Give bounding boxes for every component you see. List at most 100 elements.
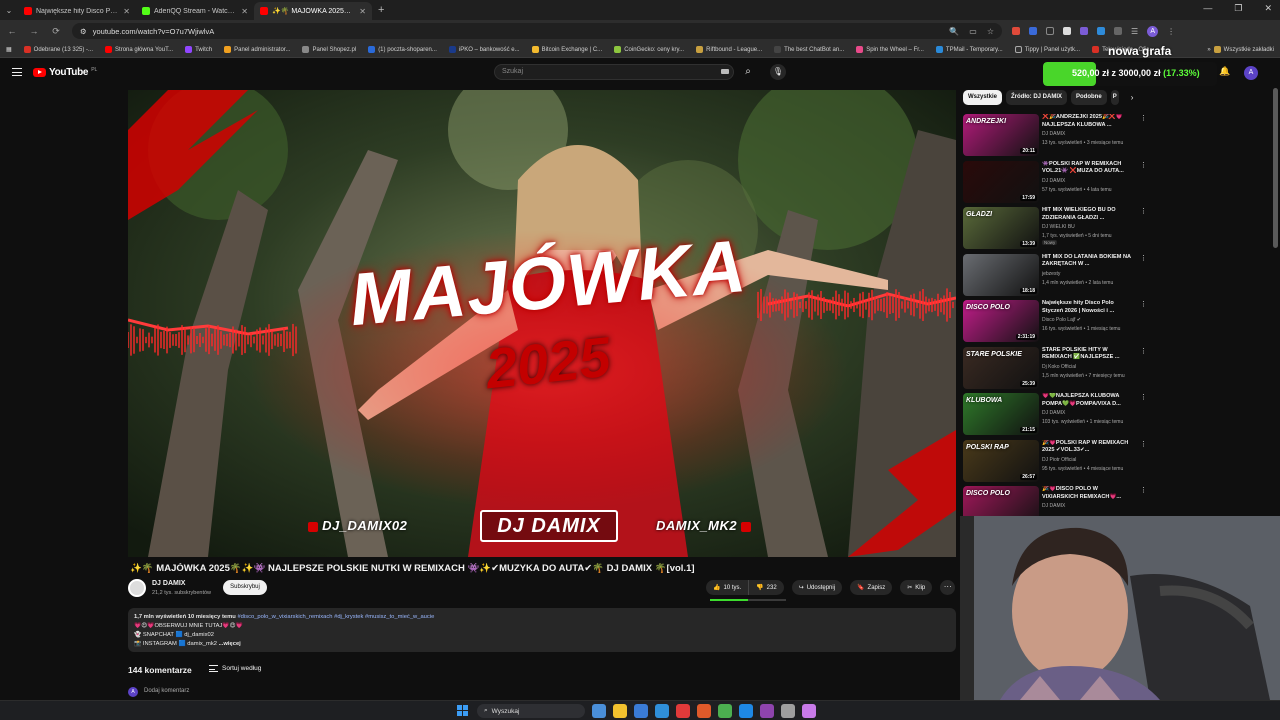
maximize-icon[interactable]: ❐: [1234, 3, 1242, 14]
subscribe-button[interactable]: Subskrybuj: [223, 580, 267, 595]
recommendation-title[interactable]: 🎉💗DISCO POLO W VIXIARSKICH REMIXACH💗...: [1042, 486, 1134, 502]
recommendation-thumbnail[interactable]: 18:18: [963, 253, 1039, 296]
taskbar-search[interactable]: ⌕ Wyszukaj: [477, 704, 585, 718]
taskbar-app-icon[interactable]: [802, 704, 816, 718]
extensions-puzzle-icon[interactable]: [1114, 27, 1122, 35]
extension-icon[interactable]: [1046, 27, 1054, 35]
account-avatar[interactable]: A: [1244, 66, 1258, 80]
close-tab-icon[interactable]: ✕: [123, 7, 130, 16]
taskbar-app-icon[interactable]: [613, 704, 627, 718]
recommendation-channel[interactable]: DJ DAMIX: [1042, 503, 1065, 509]
recommendation-item[interactable]: ANDRZEJKI 20:11 ❌🎉ANDRZEJKI 2025🎉❌💗 NAJLEP…: [963, 112, 1153, 159]
search-button[interactable]: ⌕: [738, 65, 758, 79]
bookmark-item[interactable]: iPKO – bankowość e...: [448, 46, 520, 53]
forward-icon[interactable]: →: [28, 26, 40, 36]
taskbar-app-icon[interactable]: [697, 704, 711, 718]
recommendation-channel[interactable]: DJ DAMIX: [1042, 178, 1065, 184]
keyboard-icon[interactable]: [721, 69, 729, 74]
hashtags[interactable]: #disco_polo_w_vixiarskich_remixach #dj_k…: [237, 614, 434, 620]
recommendation-item[interactable]: KLUBOWA 21:15 💗💚NAJLEPSZA KLUBOWA POMPA💚💗P…: [963, 391, 1153, 438]
extension-icon[interactable]: [1063, 27, 1071, 35]
chip-similar[interactable]: Podobne: [1071, 90, 1107, 105]
bookmark-star-icon[interactable]: ☆: [987, 27, 994, 36]
voice-search-icon[interactable]: 🎙: [770, 64, 786, 80]
bookmark-item[interactable]: Bitcoin Exchange | C...: [531, 46, 602, 53]
search-page-icon[interactable]: 🔍: [949, 27, 959, 36]
recommendation-item[interactable]: POLSKI RAP 26:57 🎉💗POLSKI RAP W REMIXACH 2…: [963, 438, 1153, 485]
bookmark-item[interactable]: Spin the Wheel – Fr...: [856, 46, 924, 53]
taskbar-app-icon[interactable]: [760, 704, 774, 718]
recommendation-item[interactable]: GŁADZI 13:39 HIT MIX WIELKIEGO BU DO ZDZIE…: [963, 205, 1153, 252]
minimize-icon[interactable]: —: [1203, 3, 1212, 14]
new-tab-button[interactable]: +: [378, 4, 384, 16]
channel-name[interactable]: DJ DAMIX: [152, 580, 185, 587]
apps-grid-icon[interactable]: ▦: [6, 46, 12, 53]
more-options-icon[interactable]: ⋮: [1140, 440, 1147, 448]
recommendation-title[interactable]: STARE POLSKIE HITY W REMIXACH ✅NAJLEPSZE…: [1042, 347, 1134, 363]
close-window-icon[interactable]: ✕: [1264, 3, 1272, 14]
recommendation-title[interactable]: 👾POLSKI RAP W REMIXACH VOL.21👾 ❌MUZA DO …: [1042, 161, 1134, 177]
bookmark-item[interactable]: Tippy | Panel użytk...: [1014, 46, 1080, 53]
recommendation-title[interactable]: HIT MIX DO LATANIA BOKIEM NA ZAKRĘTACH W…: [1042, 254, 1134, 270]
chip-from-channel[interactable]: Źródło: DJ DAMIX: [1006, 90, 1068, 105]
more-options-icon[interactable]: ⋮: [1140, 393, 1147, 401]
bookmark-item[interactable]: (1) poczta-shoparen...: [368, 46, 437, 53]
video-player[interactable]: MAJÓWKA 2025 DJ_DAMIX02 DJ DAMIX DAMIX_M…: [128, 90, 956, 557]
site-info-icon[interactable]: ⚙: [80, 27, 87, 36]
taskbar-app-icon[interactable]: [634, 704, 648, 718]
recommendation-channel[interactable]: DJ WIELKI BU: [1042, 224, 1075, 230]
recommendation-item[interactable]: DISCO POLO 2:31:19 Największe hity Disco P…: [963, 298, 1153, 345]
extension-icon[interactable]: [1097, 27, 1105, 35]
recommendation-channel[interactable]: DJ Piotr Official: [1042, 457, 1076, 463]
clip-button[interactable]: ✂ Klip: [900, 580, 933, 595]
recommendation-title[interactable]: 🎉💗POLSKI RAP W REMIXACH 2025 ✔VOL.33✔...: [1042, 440, 1134, 456]
taskbar-app-icon[interactable]: [739, 704, 753, 718]
more-options-icon[interactable]: ⋮: [1140, 300, 1147, 308]
like-button[interactable]: 👍 10 tys.: [706, 580, 749, 595]
recommendation-thumbnail[interactable]: 17:59: [963, 160, 1039, 203]
recommendation-title[interactable]: HIT MIX WIELKIEGO BU DO ZDZIERANIA GŁADZ…: [1042, 207, 1134, 223]
dislike-button[interactable]: 👎 232: [748, 580, 784, 595]
windows-start-icon[interactable]: [457, 705, 468, 716]
show-more-link[interactable]: ...więcej: [219, 641, 241, 647]
recommendation-channel[interactable]: DJ DAMIX: [1042, 131, 1065, 137]
recommendation-item[interactable]: 18:18 HIT MIX DO LATANIA BOKIEM NA ZAKRĘT…: [963, 252, 1153, 299]
recommendation-item[interactable]: STARE POLSKIE 25:39 STARE POLSKIE HITY W R…: [963, 345, 1153, 392]
bookmark-item[interactable]: Twitch: [185, 46, 212, 53]
bookmark-item[interactable]: Riftbound - League...: [696, 46, 762, 53]
search-input[interactable]: Szukaj: [494, 64, 734, 80]
recommendation-thumbnail[interactable]: DISCO POLO 2:31:19: [963, 300, 1039, 342]
extension-icon[interactable]: [1080, 27, 1088, 35]
extension-icon[interactable]: [1029, 27, 1037, 35]
recommendation-title[interactable]: Największe hity Disco Polo Styczeń 2026 …: [1042, 300, 1134, 316]
address-bar[interactable]: ⚙ youtube.com/watch?v=O7u7WjiwlvA 🔍 ▭ ☆: [72, 23, 1002, 39]
hamburger-menu-icon[interactable]: [12, 68, 22, 76]
chip-all[interactable]: Wszystkie: [963, 90, 1003, 105]
more-options-icon[interactable]: ⋮: [1140, 347, 1147, 355]
recommendation-title[interactable]: 💗💚NAJLEPSZA KLUBOWA POMPA💚💗POMPA/VIXA D.…: [1042, 393, 1134, 409]
browser-menu-icon[interactable]: ⋮: [1167, 27, 1175, 36]
page-scrollbar[interactable]: [1273, 88, 1278, 248]
recommendation-thumbnail[interactable]: STARE POLSKIE 25:39: [963, 346, 1039, 389]
bookmark-item[interactable]: Odebrane (13 325) -...: [23, 46, 93, 53]
taskbar-app-icon[interactable]: [718, 704, 732, 718]
bookmark-item[interactable]: The best ChatBot an...: [774, 46, 844, 53]
more-options-icon[interactable]: ⋮: [1140, 254, 1147, 262]
bookmark-item[interactable]: Strona główna YouT...: [105, 46, 173, 53]
share-button[interactable]: ↪ Udostępnij: [791, 580, 843, 595]
recommendation-thumbnail[interactable]: KLUBOWA 21:15: [963, 393, 1039, 435]
more-options-icon[interactable]: ⋮: [1140, 486, 1147, 494]
add-comment-input[interactable]: Dodaj komentarz: [144, 688, 189, 694]
recommendation-thumbnail[interactable]: POLSKI RAP 26:57: [963, 439, 1039, 482]
reload-icon[interactable]: ⟳: [50, 26, 62, 37]
recommendation-thumbnail[interactable]: ANDRZEJKI 20:11: [963, 114, 1039, 156]
extension-icon[interactable]: [1012, 27, 1020, 35]
bookmark-item[interactable]: Panel administrator...: [224, 46, 290, 53]
taskbar-app-icon[interactable]: [781, 704, 795, 718]
back-icon[interactable]: ←: [6, 26, 18, 36]
recommendation-channel[interactable]: Dj Koko Official: [1042, 364, 1076, 370]
more-options-icon[interactable]: ⋮: [1140, 114, 1147, 122]
close-tab-icon[interactable]: ✕: [359, 7, 366, 16]
youtube-logo[interactable]: YouTube PL: [33, 67, 97, 78]
recommendation-title[interactable]: ❌🎉ANDRZEJKI 2025🎉❌💗 NAJLEPSZA KLUBOWA ..…: [1042, 114, 1134, 130]
